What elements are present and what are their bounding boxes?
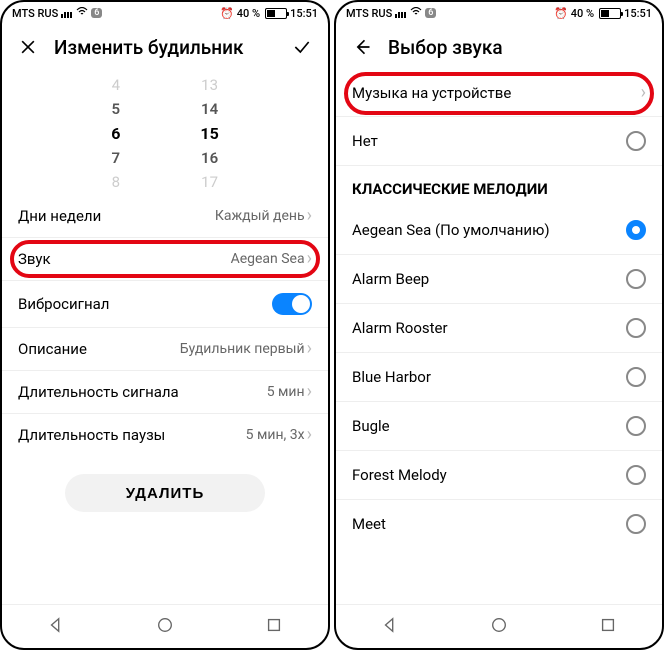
hour-column[interactable]: 4 5 6 7 8 [111, 76, 120, 191]
battery-icon [597, 8, 621, 19]
time-picker[interactable]: 4 5 6 7 8 13 14 15 16 17 [2, 70, 328, 195]
minute-column[interactable]: 13 14 15 16 17 [200, 76, 218, 191]
nav-bar [336, 604, 662, 648]
battery-pct: 40 % [571, 7, 594, 20]
radio-off[interactable] [626, 465, 646, 485]
carrier-label: MTS RUS [12, 7, 58, 20]
option-forest-melody[interactable]: Forest Melody [336, 451, 662, 500]
notif-badge: 6 [91, 8, 102, 18]
radio-off[interactable] [626, 367, 646, 387]
page-title: Изменить будильник [54, 36, 276, 59]
battery-pct: 40 % [237, 7, 260, 20]
row-vibro[interactable]: Вибросигнал [2, 281, 328, 328]
row-description[interactable]: Описание Будильник первый› [2, 328, 328, 371]
signal-len-value: 5 мин [267, 384, 305, 400]
desc-value: Будильник первый [180, 341, 305, 357]
battery-icon [263, 8, 287, 19]
page-title: Выбор звука [388, 36, 648, 59]
nav-back-icon[interactable] [47, 616, 65, 638]
radio-off[interactable] [626, 131, 646, 151]
nav-back-icon[interactable] [381, 616, 399, 638]
section-classic: КЛАССИЧЕСКИЕ МЕЛОДИИ [336, 166, 662, 206]
days-value: Каждый день [215, 208, 305, 224]
notif-badge: 6 [425, 8, 436, 18]
option-alarm-beep[interactable]: Alarm Beep [336, 255, 662, 304]
chevron-right-icon: › [307, 340, 312, 358]
header: Изменить будильник [2, 24, 328, 70]
signal-icon [61, 8, 73, 18]
none-label: Нет [352, 132, 378, 150]
vibro-label: Вибросигнал [18, 295, 109, 313]
vibro-toggle[interactable] [272, 293, 312, 315]
radio-on[interactable] [626, 220, 646, 240]
nav-home-icon[interactable] [490, 616, 508, 638]
signal-len-label: Длительность сигнала [18, 383, 179, 401]
desc-label: Описание [18, 340, 87, 358]
sound-label: Звук [18, 250, 51, 268]
clock-time: 15:51 [290, 7, 318, 20]
option-meet[interactable]: Meet [336, 500, 662, 548]
wifi-icon [410, 7, 422, 20]
phone-right: MTS RUS 6 ⏰ 40 % 15:51 Выбор звука Музык… [334, 0, 664, 650]
nav-home-icon[interactable] [156, 616, 174, 638]
delete-button[interactable]: УДАЛИТЬ [65, 474, 265, 512]
row-music-on-device[interactable]: Музыка на устройстве › [336, 70, 662, 117]
header: Выбор звука [336, 24, 662, 70]
option-aegean-sea[interactable]: Aegean Sea (По умолчанию) [336, 206, 662, 255]
radio-off[interactable] [626, 269, 646, 289]
sound-value: Aegean Sea [231, 251, 305, 267]
confirm-icon[interactable] [290, 35, 314, 59]
radio-off[interactable] [626, 416, 646, 436]
row-days[interactable]: Дни недели Каждый день› [2, 195, 328, 238]
chevron-right-icon: › [641, 84, 646, 102]
chevron-right-icon: › [307, 383, 312, 401]
status-bar: MTS RUS 6 ⏰ 40 % 15:51 [336, 2, 662, 24]
music-label: Музыка на устройстве [352, 84, 511, 102]
clock-time: 15:51 [624, 7, 652, 20]
chevron-right-icon: › [307, 426, 312, 444]
row-signal-length[interactable]: Длительность сигнала 5 мин› [2, 371, 328, 414]
option-blue-harbor[interactable]: Blue Harbor [336, 353, 662, 402]
chevron-right-icon: › [307, 207, 312, 225]
radio-off[interactable] [626, 318, 646, 338]
back-icon[interactable] [350, 35, 374, 59]
option-bugle[interactable]: Bugle [336, 402, 662, 451]
nav-recent-icon[interactable] [265, 616, 283, 638]
alarm-icon: ⏰ [220, 7, 234, 20]
nav-recent-icon[interactable] [599, 616, 617, 638]
pause-len-label: Длительность паузы [18, 426, 165, 444]
days-label: Дни недели [18, 207, 101, 225]
row-pause-length[interactable]: Длительность паузы 5 мин, 3x› [2, 414, 328, 456]
carrier-label: MTS RUS [346, 7, 392, 20]
radio-off[interactable] [626, 514, 646, 534]
signal-icon [395, 8, 407, 18]
option-alarm-rooster[interactable]: Alarm Rooster [336, 304, 662, 353]
alarm-icon: ⏰ [554, 7, 568, 20]
row-sound[interactable]: Звук Aegean Sea› [2, 238, 328, 281]
pause-len-value: 5 мин, 3x [246, 427, 305, 443]
chevron-right-icon: › [307, 250, 312, 268]
phone-left: MTS RUS 6 ⏰ 40 % 15:51 Изменить будильни… [0, 0, 330, 650]
status-bar: MTS RUS 6 ⏰ 40 % 15:51 [2, 2, 328, 24]
wifi-icon [76, 7, 88, 20]
row-none[interactable]: Нет [336, 117, 662, 166]
nav-bar [2, 604, 328, 648]
close-icon[interactable] [16, 35, 40, 59]
